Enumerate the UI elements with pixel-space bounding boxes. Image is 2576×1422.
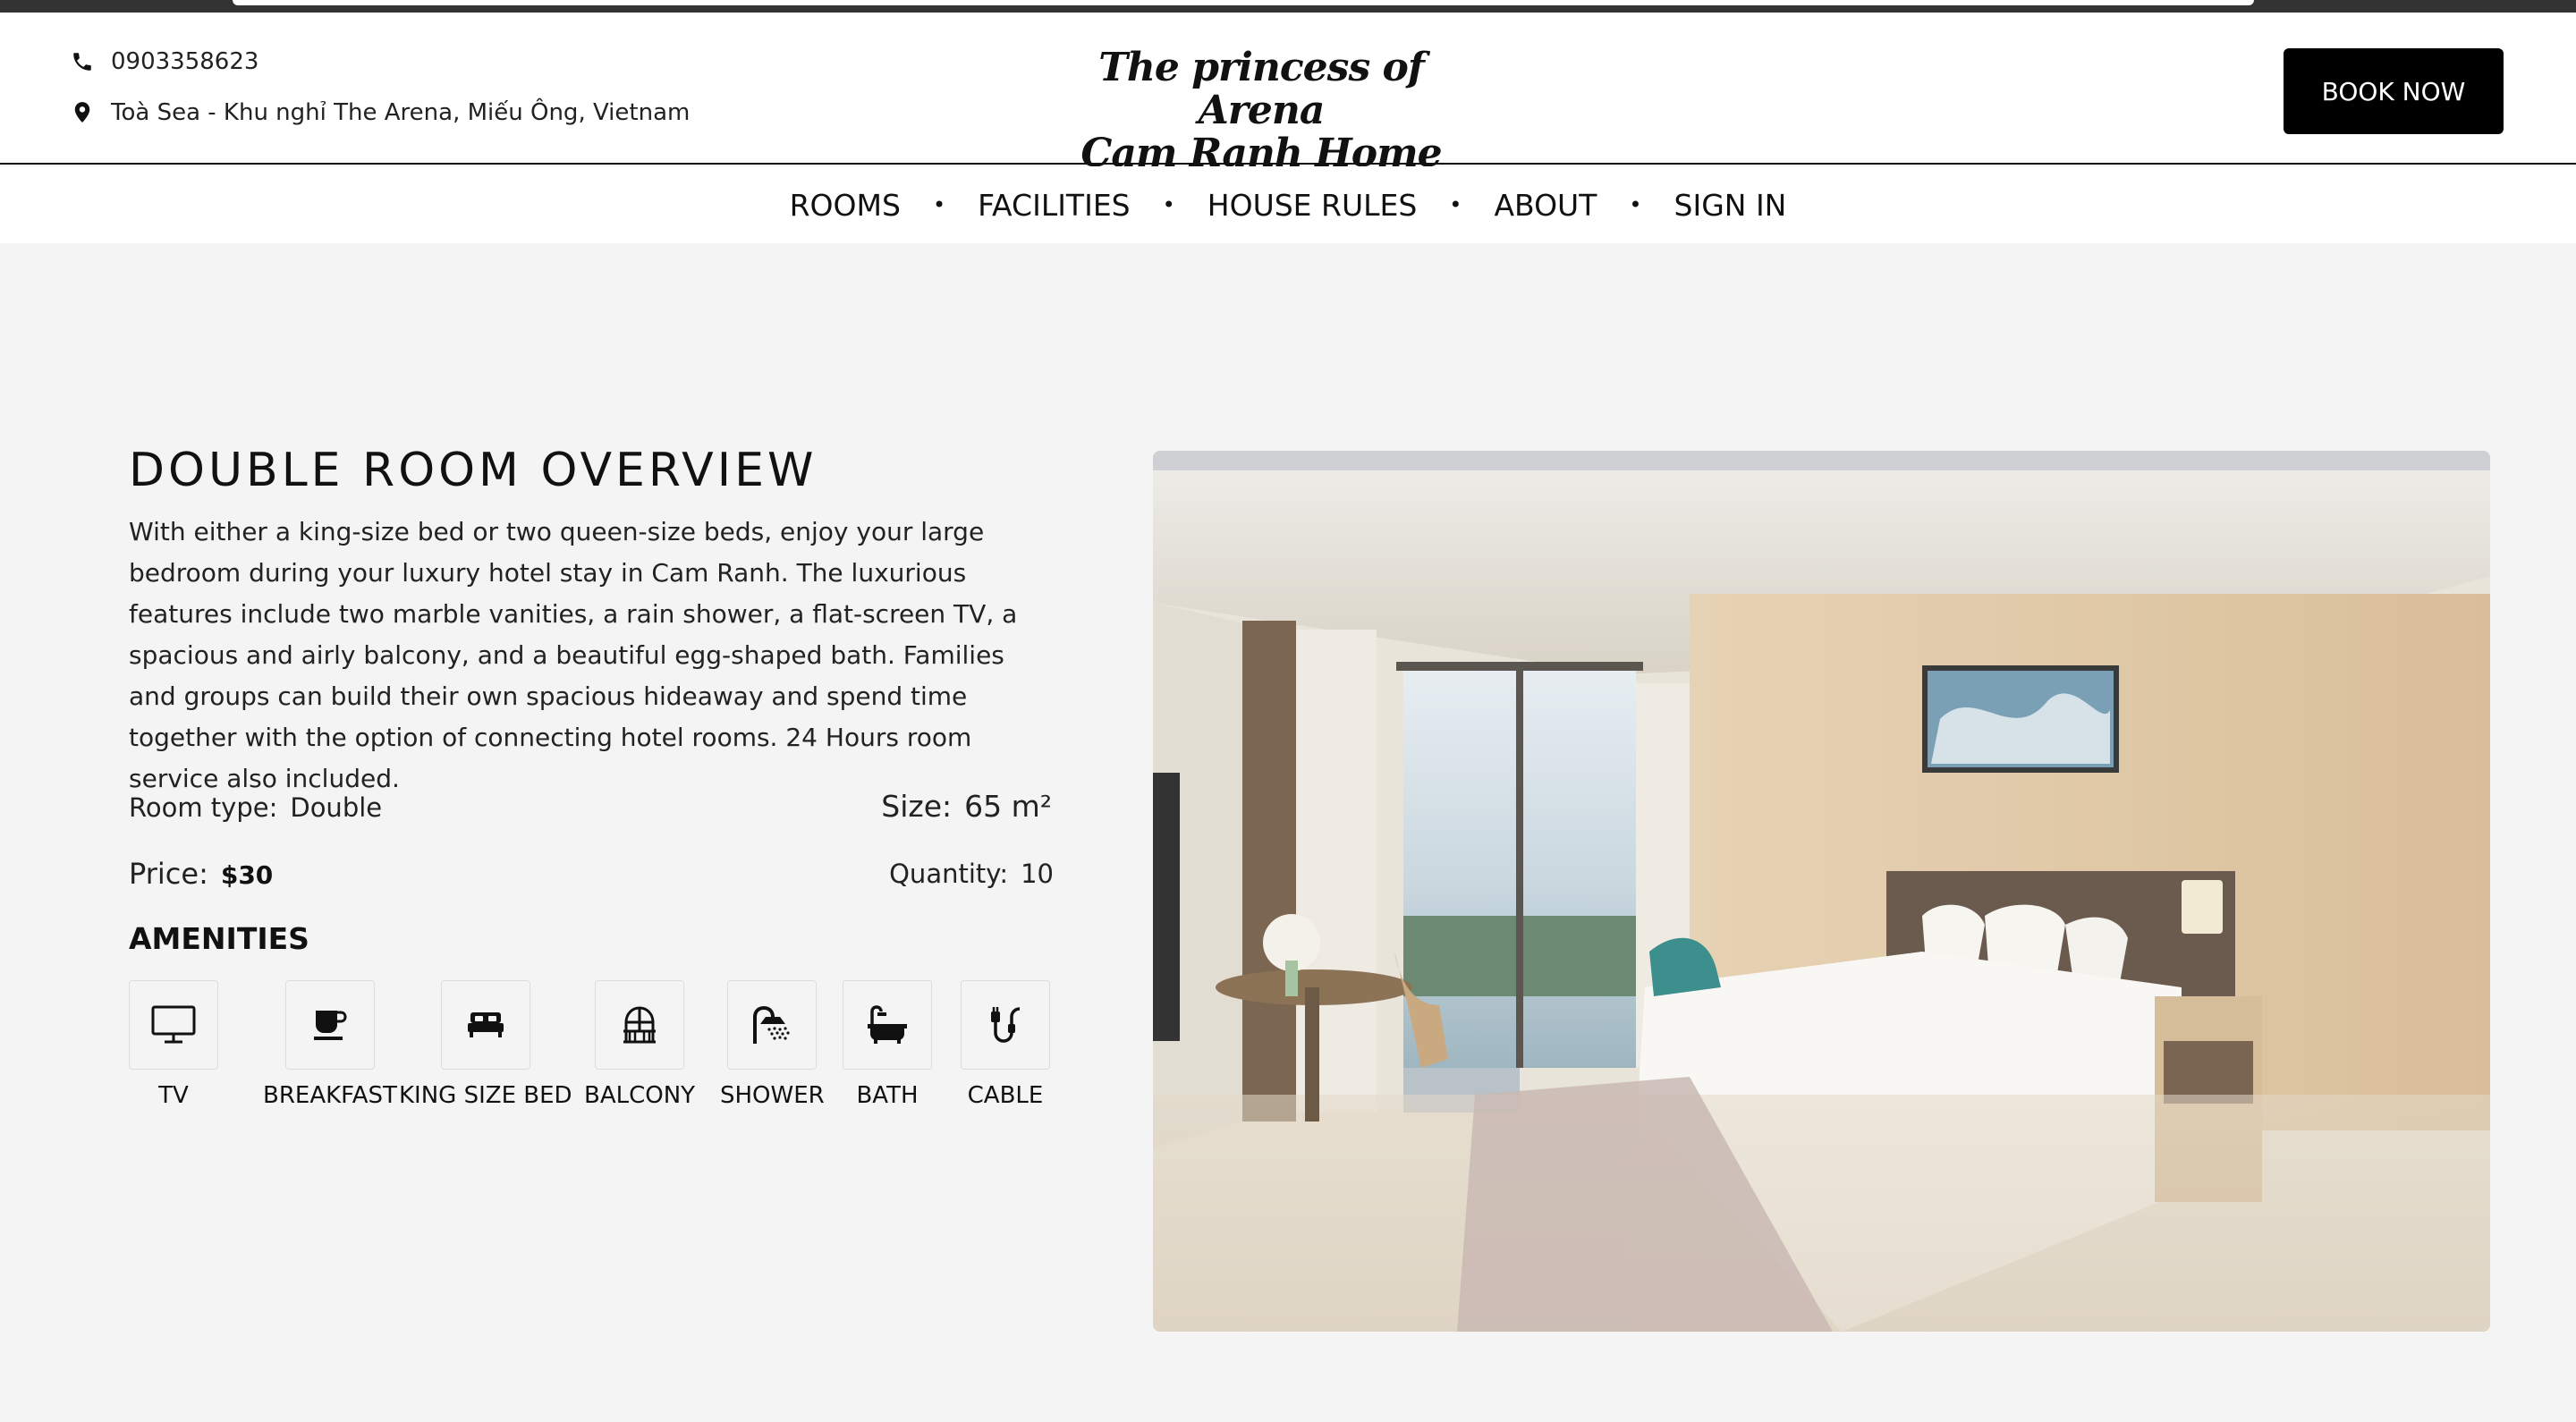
phone-number: 0903358623: [111, 48, 259, 75]
amenity-king-size-bed: KING SIZE BED: [399, 980, 572, 1109]
room-photo: [1153, 451, 2490, 1332]
site-logo[interactable]: The princess of Arena Cam Ranh Home: [1055, 47, 1467, 175]
amenity-label: KING SIZE BED: [399, 1082, 572, 1109]
nav-separator: •: [1162, 192, 1175, 217]
room-description: With either a king-size bed or two queen…: [129, 517, 1018, 793]
location-pin-icon: [70, 100, 95, 125]
nav-item-house-rules[interactable]: HOUSE RULES: [1208, 188, 1418, 223]
phone-contact[interactable]: 0903358623: [70, 48, 258, 75]
main-nav: ROOMS • FACILITIES • HOUSE RULES • ABOUT…: [0, 166, 2576, 243]
browser-top-bar: [0, 0, 2576, 13]
balcony-icon: [595, 980, 685, 1070]
tv-icon: [129, 980, 218, 1070]
amenity-balcony: BALCONY: [584, 980, 695, 1109]
book-now-button[interactable]: BOOK NOW: [2284, 48, 2504, 134]
amenity-bath: BATH: [843, 980, 932, 1109]
room-size: Size: 65 m²: [881, 789, 1052, 824]
amenity-shower: SHOWER: [720, 980, 825, 1109]
room-overview-section: DOUBLE ROOM OVERVIEW With either a king-…: [0, 243, 2576, 1422]
amenities-title: AMENITIES: [129, 921, 309, 956]
nav-item-sign-in[interactable]: SIGN IN: [1674, 188, 1787, 223]
nav-item-about[interactable]: ABOUT: [1494, 188, 1597, 223]
price-value: $30: [220, 860, 274, 890]
size-value: 65 m²: [964, 789, 1052, 824]
phone-icon: [70, 49, 95, 74]
room-type: Room type: Double: [129, 792, 382, 823]
nav-separator: •: [1449, 192, 1462, 217]
amenity-label: TV: [158, 1082, 189, 1109]
coffee-cup-icon: [284, 980, 375, 1070]
nav-separator: •: [1629, 192, 1642, 217]
amenity-label: BALCONY: [584, 1082, 696, 1109]
amenity-cable: CABLE: [961, 980, 1050, 1109]
page-title: DOUBLE ROOM OVERVIEW: [129, 444, 818, 497]
address-text: Toà Sea - Khu nghỉ The Arena, Miếu Ông, …: [111, 99, 691, 126]
browser-tab-edge: [233, 0, 2254, 5]
size-label: Size:: [881, 789, 953, 824]
nav-item-rooms[interactable]: ROOMS: [790, 188, 901, 223]
bathtub-icon: [843, 980, 932, 1070]
address-contact[interactable]: Toà Sea - Khu nghỉ The Arena, Miếu Ông, …: [70, 99, 690, 126]
amenity-tv: TV: [129, 980, 218, 1109]
amenity-label: BATH: [856, 1082, 919, 1109]
amenity-label: CABLE: [967, 1082, 1044, 1109]
amenity-label: BREAKFAST: [263, 1082, 397, 1109]
room-type-value: Double: [290, 792, 383, 823]
quantity-label: Quantity:: [889, 859, 1009, 889]
bed-icon: [440, 980, 530, 1070]
cable-icon: [961, 980, 1050, 1070]
site-header: 0903358623 Toà Sea - Khu nghỉ The Arena,…: [0, 13, 2576, 175]
room-type-label: Room type:: [129, 792, 278, 823]
price-label: Price:: [129, 857, 208, 891]
amenity-label: SHOWER: [720, 1082, 825, 1109]
room-quantity: Quantity: 10: [889, 859, 1054, 889]
nav-item-facilities[interactable]: FACILITIES: [978, 188, 1131, 223]
quantity-value: 10: [1021, 859, 1054, 889]
nav-separator: •: [932, 192, 946, 217]
room-price: Price: $30: [129, 857, 273, 891]
shower-icon: [727, 980, 818, 1070]
logo-line-1: The princess of Arena: [1098, 45, 1425, 133]
amenity-breakfast: BREAKFAST: [263, 980, 397, 1109]
